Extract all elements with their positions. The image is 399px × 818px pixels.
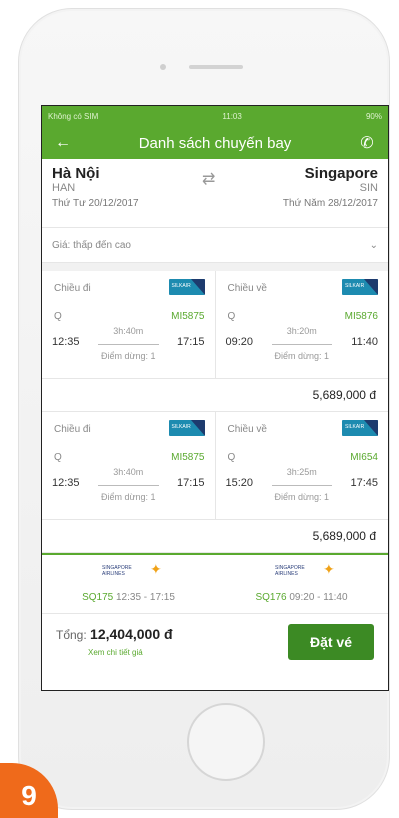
status-bar: Không có SIM 11:03 90%	[42, 106, 388, 127]
duration: 3h:25m	[286, 467, 317, 477]
booking-footer: Tổng: 12,404,000 đ Xem chi tiết giá Đặt …	[42, 613, 388, 674]
option-price: 5,689,000 đ	[42, 379, 388, 412]
summary-flight-number: SQ176	[255, 592, 287, 603]
clock-text: 11:03	[222, 112, 242, 121]
carrier-text: Không có SIM	[48, 112, 99, 121]
spacer	[42, 263, 388, 271]
direction-label: Chiều đi	[54, 424, 91, 435]
duration: 3h:40m	[113, 467, 144, 477]
duration: 3h:20m	[286, 326, 317, 336]
depart-time: 12:35	[52, 477, 80, 489]
total: Tổng: 12,404,000 đ	[56, 626, 173, 642]
speaker-grille	[189, 65, 243, 69]
total-value: 12,404,000 đ	[90, 626, 173, 642]
inbound-card[interactable]: Chiều về SILKAIR Q MI654 3h:25m 15:20 17…	[216, 412, 389, 519]
selected-flights-summary: SINGAPORE AIRLINES ✦ SQ175 12:35 - 17:15…	[42, 553, 388, 613]
sort-dropdown[interactable]: Giá: thấp đến cao ⌄	[42, 227, 388, 263]
silkair-logo: SILKAIR	[342, 420, 378, 436]
phone-call-icon[interactable]: ✆	[358, 133, 376, 153]
origin-city: Hà Nội	[52, 165, 100, 182]
summary-outbound: SINGAPORE AIRLINES ✦ SQ175 12:35 - 17:15	[42, 555, 215, 613]
summary-inbound: SINGAPORE AIRLINES ✦ SQ176 09:20 - 11:40	[215, 555, 388, 613]
origin: Hà Nội HAN Thứ Tư 20/12/2017	[52, 165, 139, 209]
route-line	[98, 344, 159, 345]
bird-icon: ✦	[323, 561, 335, 577]
summary-times: 09:20 - 11:40	[289, 592, 348, 603]
book-button[interactable]: Đặt vé	[288, 624, 374, 660]
route-line	[271, 344, 332, 345]
front-camera	[160, 64, 166, 70]
flight-number: MI5875	[171, 452, 205, 463]
depart-time: 09:20	[225, 336, 254, 348]
summary-flight-info: SQ175 12:35 - 17:15	[42, 592, 215, 603]
destination-code: SIN	[359, 182, 378, 194]
route-header: Hà Nội HAN Thứ Tư 20/12/2017 ⇄ Singapore…	[42, 159, 388, 223]
departure-date: Thứ Tư 20/12/2017	[52, 198, 139, 209]
outbound-card[interactable]: Chiều đi SILKAIR Q MI5875 3h:40m 12:35 1…	[42, 412, 216, 519]
direction-label: Chiều đi	[54, 283, 91, 294]
arrive-time: 17:15	[176, 477, 205, 489]
singapore-airlines-logo: SINGAPORE AIRLINES	[102, 565, 132, 577]
fare-class: Q	[227, 311, 236, 322]
fare-class: Q	[227, 452, 236, 463]
singapore-airlines-logo: SINGAPORE AIRLINES	[275, 565, 305, 577]
summary-flight-info: SQ176 09:20 - 11:40	[215, 592, 388, 603]
home-button[interactable]	[187, 703, 265, 781]
total-label: Tổng:	[56, 628, 87, 642]
price-detail-link[interactable]: Xem chi tiết giá	[88, 648, 143, 657]
inbound-card[interactable]: Chiều về SILKAIR Q MI5876 3h:20m 09:20 1…	[216, 271, 389, 378]
fare-class: Q	[54, 452, 62, 463]
arrive-time: 17:45	[350, 477, 378, 489]
flight-number: MI5876	[344, 311, 378, 322]
route-line	[98, 485, 159, 486]
stops: Điểm dừng: 1	[100, 351, 156, 361]
outbound-card[interactable]: Chiều đi SILKAIR Q MI5875 3h:40m 12:35 1…	[42, 271, 216, 378]
stops: Điểm dừng: 1	[100, 492, 156, 502]
depart-time: 15:20	[225, 477, 254, 489]
flight-number: MI654	[350, 452, 378, 463]
stops: Điểm dừng: 1	[274, 492, 330, 502]
arrive-time: 11:40	[351, 336, 378, 348]
destination-city: Singapore	[304, 165, 378, 182]
silkair-logo: SILKAIR	[342, 279, 378, 295]
stops: Điểm dừng: 1	[274, 351, 330, 361]
destination: Singapore SIN Thứ Năm 28/12/2017	[283, 165, 378, 209]
direction-label: Chiều về	[227, 283, 267, 294]
route-line	[271, 485, 332, 486]
sort-label: Giá: thấp đến cao	[52, 239, 131, 251]
page-title: Danh sách chuyến bay	[138, 134, 292, 152]
back-arrow-icon[interactable]: ←	[54, 134, 72, 152]
chevron-down-icon: ⌄	[369, 239, 378, 251]
flight-option[interactable]: Chiều đi SILKAIR Q MI5875 3h:40m 12:35 1…	[42, 271, 388, 379]
direction-label: Chiều về	[227, 424, 267, 435]
battery-text: 90%	[365, 112, 382, 121]
fare-class: Q	[54, 311, 62, 322]
depart-time: 12:35	[52, 336, 80, 348]
duration: 3h:40m	[113, 326, 144, 336]
bird-icon: ✦	[150, 561, 162, 577]
app-screen: Không có SIM 11:03 90% ← Danh sách chuyế…	[41, 105, 389, 691]
swap-icon[interactable]: ⇄	[202, 169, 215, 189]
return-date: Thứ Năm 28/12/2017	[282, 198, 378, 209]
summary-times: 12:35 - 17:15	[115, 592, 175, 603]
arrive-time: 17:15	[176, 336, 205, 348]
flight-number: MI5875	[171, 311, 205, 322]
option-price: 5,689,000 đ	[42, 520, 388, 553]
summary-flight-number: SQ175	[82, 592, 114, 603]
silkair-logo: SILKAIR	[168, 279, 205, 295]
origin-code: HAN	[52, 182, 76, 194]
nav-bar: ← Danh sách chuyến bay ✆	[42, 127, 388, 159]
silkair-logo: SILKAIR	[168, 420, 205, 436]
flight-option[interactable]: Chiều đi SILKAIR Q MI5875 3h:40m 12:35 1…	[42, 412, 388, 520]
